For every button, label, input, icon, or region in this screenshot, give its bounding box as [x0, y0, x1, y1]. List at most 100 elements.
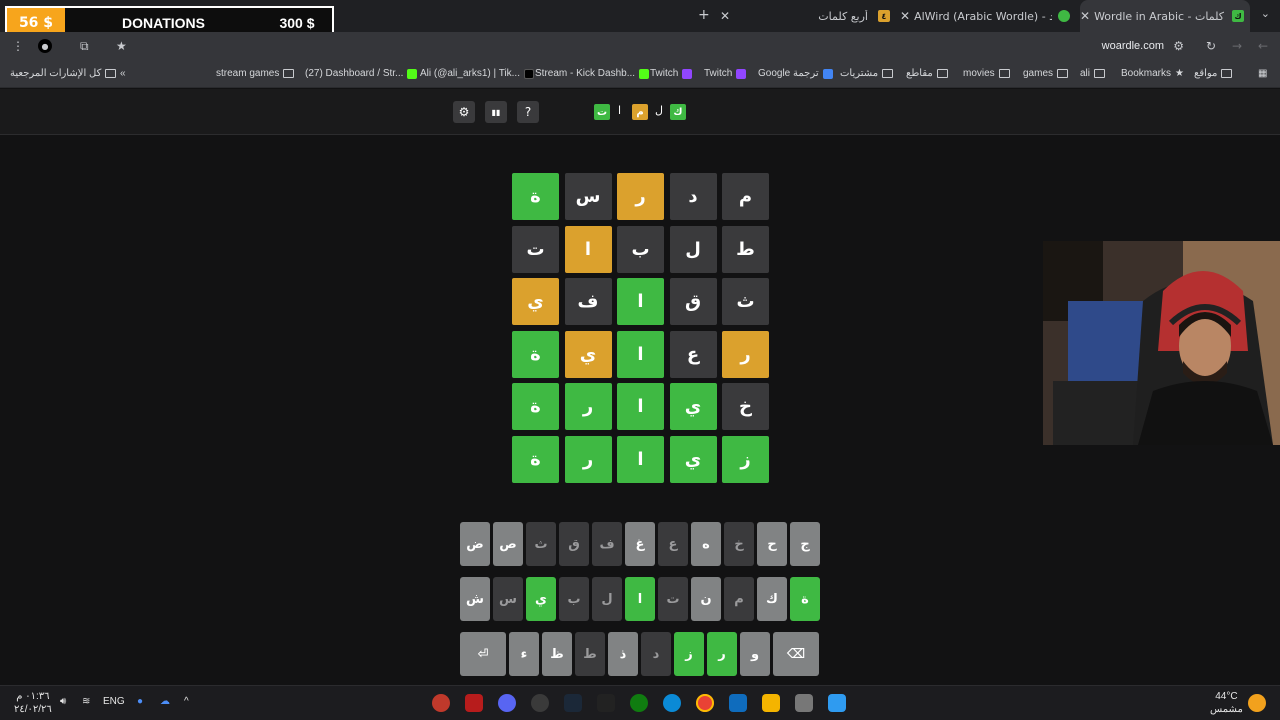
key[interactable]: غ — [625, 522, 655, 566]
help-button[interactable]: ? — [517, 101, 539, 123]
board-tile: ر — [722, 330, 769, 378]
bookmark-movies[interactable]: movies — [963, 68, 1010, 79]
onedrive-icon[interactable]: ☁ — [160, 696, 170, 707]
key[interactable]: ش — [460, 577, 490, 621]
board-tile: ب — [617, 225, 664, 273]
key[interactable]: ق — [559, 522, 589, 566]
start-icon[interactable] — [828, 694, 846, 712]
key[interactable]: م — [724, 577, 754, 621]
key[interactable]: ث — [526, 522, 556, 566]
key[interactable]: ص — [493, 522, 523, 566]
bookmarks-overflow[interactable]: « — [120, 68, 126, 79]
keyboard-row-1: ضصثقفغعهخحج — [460, 522, 820, 566]
tab-wordle-arabic[interactable]: ✕ Wordle in Arabic - كلمات ك — [1080, 0, 1250, 32]
bookmark-google-translate[interactable]: Google ترجمة — [758, 68, 833, 79]
extensions-icon[interactable]: ⧉ — [80, 39, 89, 54]
key[interactable]: ذ — [608, 632, 638, 676]
discord-icon[interactable] — [498, 694, 516, 712]
xbox-icon[interactable] — [630, 694, 648, 712]
bookmark-ali[interactable]: ali — [1080, 68, 1106, 79]
clock[interactable]: ٠١:٣٦ م ٢٤/٠٢/٢٦ — [14, 690, 52, 716]
bookmark-stream-games[interactable]: stream games — [216, 68, 295, 79]
twitch-icon — [736, 68, 747, 79]
enter-key[interactable]: ⏎ — [460, 632, 506, 676]
chevron-up-icon[interactable]: ^ — [184, 696, 189, 707]
folder-icon — [1057, 69, 1069, 78]
webcam-image — [1043, 241, 1280, 445]
settings-button[interactable]: ⚙ — [453, 101, 475, 123]
key[interactable]: ج — [790, 522, 820, 566]
key[interactable]: ا — [625, 577, 655, 621]
obs-icon[interactable] — [531, 694, 549, 712]
profile-avatar[interactable]: ● — [38, 39, 52, 53]
bookmark-star-icon[interactable]: ★ — [116, 39, 127, 53]
bookmark-dashboard[interactable]: (27) Dashboard / Str... — [305, 68, 418, 79]
bookmark-tiktok[interactable]: Ali (@ali_arks1) | Tik... — [420, 68, 534, 79]
key[interactable]: ي — [526, 577, 556, 621]
key[interactable]: ك — [757, 577, 787, 621]
tab-four-words[interactable]: ✕ أربع كلمات ٤ — [720, 0, 896, 32]
bookmark-purchases[interactable]: مشتريات — [840, 68, 894, 79]
key[interactable]: ء — [509, 632, 539, 676]
reload-icon[interactable]: ↻ — [1206, 39, 1216, 53]
key[interactable]: ب — [559, 577, 589, 621]
key[interactable]: خ — [724, 522, 754, 566]
bookmark-twitch-1[interactable]: Twitch — [650, 68, 693, 79]
key[interactable]: د — [641, 632, 671, 676]
wifi-icon[interactable]: ≋ — [82, 696, 90, 707]
task-view-icon[interactable] — [795, 694, 813, 712]
bookmark-sites[interactable]: مواقع — [1194, 68, 1233, 79]
microphone-icon[interactable]: ● — [137, 696, 143, 707]
key[interactable]: ن — [691, 577, 721, 621]
key[interactable]: ع — [658, 522, 688, 566]
tab-close-icon[interactable]: ✕ — [1080, 9, 1090, 23]
weather-widget[interactable]: 44°C مشمس — [1210, 690, 1243, 716]
key[interactable]: ط — [575, 632, 605, 676]
key[interactable]: ت — [658, 577, 688, 621]
steam-icon[interactable] — [564, 694, 582, 712]
store-icon[interactable] — [729, 694, 747, 712]
key[interactable]: ة — [790, 577, 820, 621]
tab-search-icon[interactable]: ⌄ — [1261, 7, 1270, 20]
key[interactable]: ر — [707, 632, 737, 676]
pdf-icon[interactable] — [465, 694, 483, 712]
tab-close-icon[interactable]: ✕ — [900, 9, 910, 23]
file-explorer-icon[interactable] — [762, 694, 780, 712]
volume-icon[interactable]: 🔊︎ — [60, 696, 66, 707]
bookmark-bookmarks[interactable]: Bookmarks ★ — [1121, 68, 1184, 79]
key[interactable]: ض — [460, 522, 490, 566]
chevron-double-left-icon: « — [120, 68, 126, 79]
forward-icon[interactable]: → — [1232, 39, 1242, 53]
app-icon[interactable] — [432, 694, 450, 712]
chrome-icon[interactable] — [696, 694, 714, 712]
apps-icon[interactable]: ▦ — [1258, 68, 1267, 79]
key[interactable]: ز — [674, 632, 704, 676]
key[interactable]: و — [740, 632, 770, 676]
key[interactable]: ظ — [542, 632, 572, 676]
key[interactable]: ه — [691, 522, 721, 566]
bookmark-twitch-2[interactable]: Twitch — [704, 68, 747, 79]
back-icon[interactable]: ← — [1258, 39, 1268, 53]
stats-button[interactable]: ▮▮ — [485, 101, 507, 123]
all-bookmarks[interactable]: كل الإشارات المرجعية — [10, 68, 117, 79]
board-tile: ا — [617, 278, 664, 326]
edge-icon[interactable] — [663, 694, 681, 712]
key[interactable]: ف — [592, 522, 622, 566]
site-settings-icon[interactable]: ⚙ — [1173, 39, 1184, 53]
bookmark-clips[interactable]: مقاطع — [906, 68, 948, 79]
backspace-key[interactable]: ⌫ — [773, 632, 819, 676]
tab-alwird[interactable]: ✕ AlWird (Arabic Wordle) - الورد — [900, 0, 1076, 32]
tab-close-icon[interactable]: ✕ — [720, 9, 730, 23]
menu-icon[interactable]: ⋮ — [12, 39, 24, 53]
board-tile: ة — [512, 435, 559, 483]
url-text[interactable]: woardle.com — [1102, 40, 1164, 52]
key[interactable]: ح — [757, 522, 787, 566]
epic-games-icon[interactable] — [597, 694, 615, 712]
key[interactable]: س — [493, 577, 523, 621]
language-indicator[interactable]: ENG — [103, 696, 125, 707]
bookmark-games[interactable]: games — [1023, 68, 1069, 79]
bookmark-kick-dashboard[interactable]: Stream - Kick Dashb... — [535, 68, 650, 79]
new-tab-icon[interactable]: + — [698, 7, 710, 23]
key[interactable]: ل — [592, 577, 622, 621]
logo-char: ل — [655, 104, 663, 117]
